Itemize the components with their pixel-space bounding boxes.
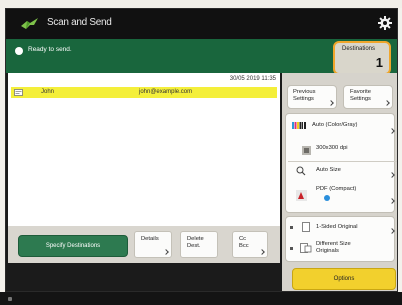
left-toolbar: Specify Destinations Details Delete Dest.…	[8, 226, 280, 263]
destinations-label: Destinations	[342, 46, 376, 52]
chevron-right-icon	[389, 172, 395, 178]
details-label: Details	[141, 236, 159, 242]
details-button[interactable]: Details	[134, 231, 172, 258]
specify-destinations-label: Specify Destinations	[45, 243, 101, 249]
scan-size-setting[interactable]: Auto Size	[290, 164, 395, 180]
title-bar: Scan and Send	[6, 9, 397, 39]
options-button[interactable]: Options	[292, 268, 396, 290]
chevron-right-icon	[389, 128, 395, 134]
different-size-icon	[300, 243, 312, 253]
specify-destinations-button[interactable]: Specify Destinations	[18, 235, 128, 257]
destinations-counter[interactable]: Destinations 1	[333, 41, 391, 75]
size-label: Auto Size	[316, 167, 341, 173]
size-icon	[296, 166, 306, 176]
previous-settings-button[interactable]: Previous Settings	[287, 85, 337, 109]
cc-bcc-button[interactable]: Cc Bcc	[232, 231, 268, 258]
cc-bcc-label: Cc Bcc	[239, 236, 249, 249]
indicator-light	[8, 297, 12, 301]
list-row-john[interactable]: John john@example.com	[11, 87, 277, 98]
one-sided-setting[interactable]: 1-Sided Original	[290, 219, 395, 237]
row-name: John	[41, 89, 55, 95]
resolution-setting[interactable]: 300x300 dpi	[290, 142, 394, 158]
divider	[288, 161, 397, 162]
row-address: john@example.com	[139, 89, 193, 95]
delete-label: Delete Dest.	[187, 236, 204, 249]
bullet-icon	[290, 226, 293, 229]
color-mode-setting[interactable]: Auto (Color/Gray)	[290, 120, 395, 136]
chevron-right-icon	[328, 100, 334, 106]
options-label: Options	[333, 276, 355, 282]
scan-settings-group: Auto (Color/Gray) 300x300 dpi Auto Size	[285, 113, 397, 213]
app-title: Scan and Send	[47, 17, 112, 28]
compact-indicator-icon	[324, 195, 330, 201]
destination-list: 30/05 2019 11:35 John john@example.com	[8, 73, 280, 226]
delete-destination-button[interactable]: Delete Dest.	[180, 231, 218, 258]
bullet-icon	[290, 247, 293, 250]
chevron-right-icon	[163, 249, 169, 255]
settings-panel: Previous Settings Favorite Settings Auto…	[282, 73, 397, 291]
pdf-file-icon	[296, 190, 307, 201]
file-format-setting[interactable]: PDF (Compact)	[290, 184, 395, 210]
different-size-label: Different Size Originals	[316, 241, 351, 254]
one-sided-icon	[302, 222, 310, 232]
scan-send-icon	[21, 18, 38, 29]
status-text: Ready to send.	[28, 46, 72, 53]
different-size-setting[interactable]: Different Size Originals	[290, 239, 394, 259]
favorite-settings-label: Favorite Settings	[350, 89, 371, 102]
list-timestamp: 30/05 2019 11:35	[229, 76, 276, 82]
resolution-label: 300x300 dpi	[316, 145, 348, 151]
device-screen: Scan and Send Ready to send. Destination…	[5, 8, 398, 292]
file-format-label: PDF (Compact)	[316, 186, 357, 192]
status-ok-icon	[15, 47, 23, 55]
sides-label: 1-Sided Original	[316, 224, 358, 230]
color-mode-icon	[292, 122, 306, 129]
contact-card-icon	[14, 89, 23, 96]
bezel-bottom	[0, 292, 402, 305]
previous-settings-label: Previous Settings	[293, 89, 316, 102]
chevron-right-icon	[384, 100, 390, 106]
settings-gear-icon[interactable]	[378, 16, 392, 30]
resolution-icon	[302, 146, 311, 155]
destinations-count: 1	[375, 55, 383, 70]
color-mode-label: Auto (Color/Gray)	[312, 122, 358, 128]
chevron-right-icon	[259, 249, 265, 255]
bezel-top	[0, 0, 402, 8]
chevron-right-icon	[389, 228, 395, 234]
favorite-settings-button[interactable]: Favorite Settings	[343, 85, 393, 109]
chevron-right-icon	[389, 198, 395, 204]
original-settings-group: 1-Sided Original Different Size Originals	[285, 216, 395, 262]
